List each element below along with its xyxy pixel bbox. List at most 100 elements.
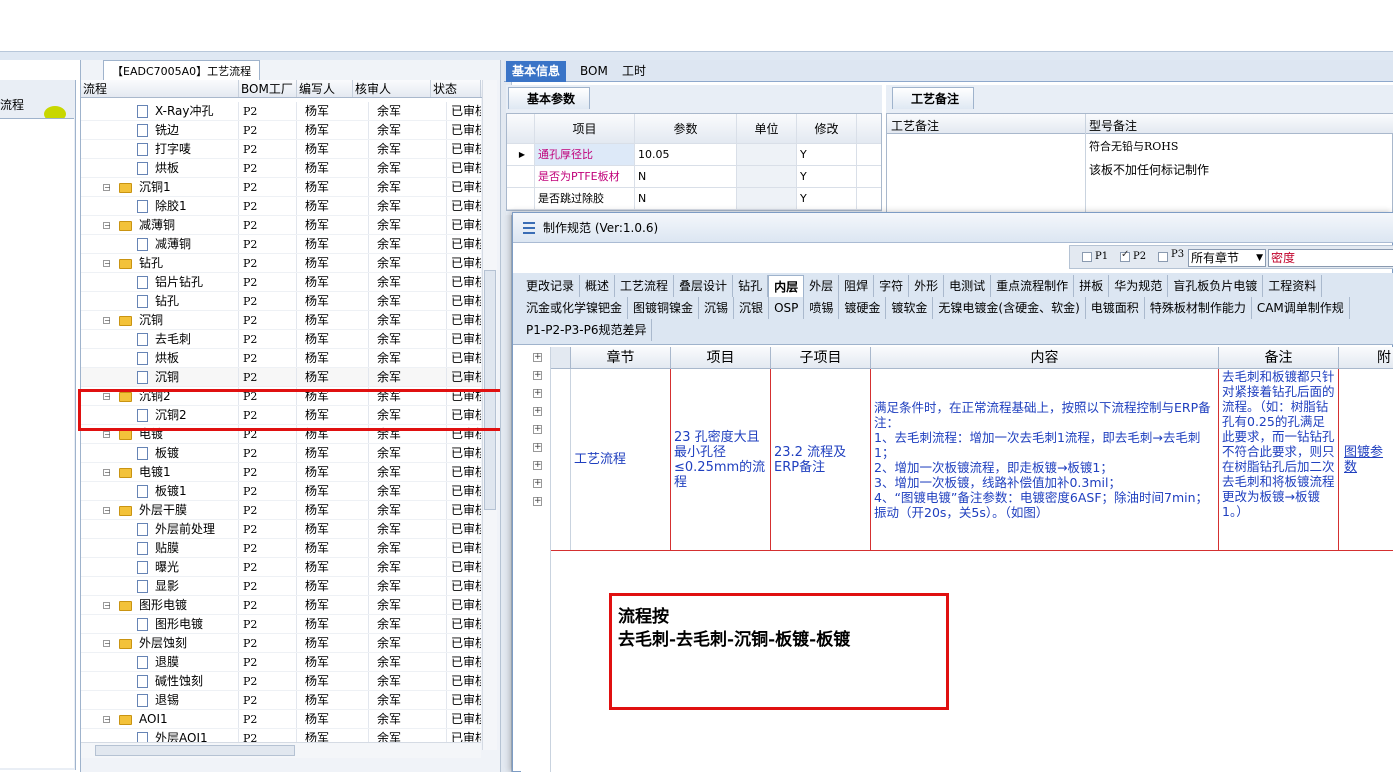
expand-toggle-icon[interactable]: + — [533, 497, 542, 506]
table-row[interactable]: 铣边 P2杨军余军已审核 — [81, 121, 481, 140]
spec-tab[interactable]: 镀硬金 — [839, 297, 887, 319]
table-row[interactable]: 退膜 P2杨军余军已审核 — [81, 653, 481, 672]
spec-tab[interactable]: 喷锡 — [804, 297, 840, 319]
tree-tab-title[interactable]: 【EADC7005A0】工艺流程 — [103, 60, 261, 80]
scroll-thumb[interactable] — [95, 745, 295, 756]
spec-tab[interactable]: 外层 — [804, 275, 840, 297]
cell-attach[interactable]: 图镀参数 — [1339, 369, 1393, 550]
expand-toggle-icon[interactable]: + — [533, 425, 542, 434]
collapse-toggle-icon[interactable]: − — [103, 431, 111, 439]
param-unit[interactable] — [737, 144, 797, 165]
spec-tab[interactable]: 特殊板材制作能力 — [1145, 297, 1252, 319]
spec-tab[interactable]: 无镍电镀金(含硬金、软金) — [933, 297, 1086, 319]
table-row[interactable]: 减薄铜 P2杨军余军已审核 — [81, 235, 481, 254]
spec-tab[interactable]: 工程资料 — [1263, 275, 1323, 297]
table-row[interactable]: 沉铜 P2杨军余军已审核 — [81, 368, 481, 387]
expand-toggle-icon[interactable]: + — [533, 443, 542, 452]
col-writer[interactable]: 编写人 — [297, 80, 353, 97]
table-row[interactable]: 去毛刺 P2杨军余军已审核 — [81, 330, 481, 349]
col-modify[interactable]: 修改 — [797, 114, 857, 143]
spec-tab[interactable]: 更改记录 — [521, 275, 581, 297]
table-row[interactable]: 钻孔 P2杨军余军已审核 — [81, 292, 481, 311]
col-status[interactable]: 状态 — [431, 80, 481, 97]
col-item[interactable]: 项目 — [535, 114, 635, 143]
spec-tab[interactable]: 概述 — [580, 275, 616, 297]
col-attach[interactable]: 附 — [1339, 347, 1393, 368]
table-row[interactable]: 铝片钻孔 P2杨军余军已审核 — [81, 273, 481, 292]
table-row[interactable]: 板镀1 P2杨军余军已审核 — [81, 482, 481, 501]
attach-link[interactable]: 图镀参数 — [1344, 445, 1391, 475]
collapse-toggle-icon[interactable]: − — [103, 507, 111, 515]
param-unit[interactable] — [737, 166, 797, 187]
spec-tab[interactable]: 电镀面积 — [1086, 297, 1145, 319]
table-row[interactable]: 曝光 P2杨军余军已审核 — [81, 558, 481, 577]
spec-tab[interactable]: 盲孔板负片电镀 — [1168, 275, 1264, 297]
tab-basic-params[interactable]: 基本参数 — [508, 87, 591, 109]
expand-toggle-icon[interactable]: + — [533, 389, 542, 398]
grid-row[interactable]: 工艺流程 23 孔密度大且最小孔径≤0.25mm的流程 23.2 流程及ERP备… — [551, 369, 1393, 551]
table-row[interactable]: − 沉铜1 P2杨军余军已审核 — [81, 178, 481, 197]
expand-toggle-icon[interactable]: + — [533, 461, 542, 470]
table-row[interactable]: 图形电镀 P2杨军余军已审核 — [81, 615, 481, 634]
spec-tab[interactable]: 沉金或化学镍钯金 — [521, 297, 629, 319]
table-row[interactable]: − 沉铜 P2杨军余军已审核 — [81, 311, 481, 330]
p1-checkbox[interactable] — [1082, 252, 1092, 262]
table-row[interactable]: − 外层蚀刻 P2杨军余军已审核 — [81, 634, 481, 653]
spec-tab[interactable]: 镀软金 — [886, 297, 934, 319]
spec-tab[interactable]: 拼板 — [1074, 275, 1110, 297]
collapse-toggle-icon[interactable]: − — [103, 222, 111, 230]
collapse-toggle-icon[interactable]: − — [103, 260, 111, 268]
table-row[interactable]: − 减薄铜 P2杨军余军已审核 — [81, 216, 481, 235]
table-row[interactable]: − AOI1 P2杨军余军已审核 — [81, 710, 481, 729]
param-value[interactable]: 10.05 — [635, 144, 737, 165]
search-input[interactable]: 密度 — [1268, 249, 1393, 267]
popup-titlebar[interactable]: 制作规范 (Ver:1.0.6) — [513, 213, 1393, 243]
param-value[interactable]: N — [635, 188, 737, 209]
p2-checkbox[interactable] — [1120, 249, 1130, 262]
tab-bom[interactable]: BOM — [574, 61, 614, 82]
tab-worktime[interactable]: 工时 — [616, 61, 652, 82]
param-unit[interactable] — [737, 188, 797, 209]
spec-tab[interactable]: 重点流程制作 — [991, 275, 1075, 297]
spec-tab[interactable]: 叠层设计 — [674, 275, 734, 297]
spec-tab[interactable]: 内层 — [768, 275, 805, 297]
table-row[interactable]: 是否跳过除胶 N Y — [507, 188, 881, 210]
param-value[interactable]: N — [635, 166, 737, 187]
spec-tab[interactable]: P1-P2-P3-P6规范差异 — [521, 319, 653, 341]
col-chapter[interactable]: 章节 — [571, 347, 671, 368]
chapter-select[interactable]: 所有章节 ▼ — [1188, 249, 1266, 267]
expand-toggle-icon[interactable]: + — [533, 479, 542, 488]
collapse-toggle-icon[interactable]: − — [103, 640, 111, 648]
model-note-line[interactable]: 符合无铅与ROHS — [1089, 138, 1178, 154]
table-row[interactable]: ▶ 通孔厚径比 10.05 Y — [507, 144, 881, 166]
expand-toggle-icon[interactable]: + — [533, 407, 542, 416]
spec-tab[interactable]: 华为规范 — [1109, 275, 1169, 297]
table-row[interactable]: X-Ray冲孔 P2杨军余军已审核 — [81, 102, 481, 121]
col-reviewer[interactable]: 核审人 — [353, 80, 431, 97]
tab-basic-info[interactable]: 基本信息 — [506, 61, 567, 82]
tree-horizontal-scrollbar[interactable] — [81, 742, 481, 758]
col-content[interactable]: 内容 — [871, 347, 1219, 368]
collapse-toggle-icon[interactable]: − — [103, 317, 111, 325]
col-unit[interactable]: 单位 — [737, 114, 797, 143]
table-row[interactable]: 显影 P2杨军余军已审核 — [81, 577, 481, 596]
collapse-toggle-icon[interactable]: − — [103, 602, 111, 610]
table-row[interactable]: 退锡 P2杨军余军已审核 — [81, 691, 481, 710]
collapse-toggle-icon[interactable]: − — [103, 469, 111, 477]
table-row[interactable]: 是否为PTFE板材 N Y — [507, 166, 881, 188]
spec-tab[interactable]: 图镀铜镍金 — [628, 297, 700, 319]
table-row[interactable]: − 图形电镀 P2杨军余军已审核 — [81, 596, 481, 615]
table-row[interactable]: 烘板 P2杨军余军已审核 — [81, 349, 481, 368]
col-flow[interactable]: 流程 — [81, 80, 239, 97]
tab-process-notes[interactable]: 工艺备注 — [892, 87, 975, 109]
spec-tab[interactable]: 钻孔 — [733, 275, 769, 297]
table-row[interactable]: 烘板 P2杨军余军已审核 — [81, 159, 481, 178]
table-row[interactable]: − 外层干膜 P2杨军余军已审核 — [81, 501, 481, 520]
col-note[interactable]: 备注 — [1219, 347, 1339, 368]
spec-tab[interactable]: CAM调单制作规 — [1252, 297, 1350, 319]
table-row[interactable]: 打字唛 P2杨军余军已审核 — [81, 140, 481, 159]
collapse-toggle-icon[interactable]: − — [103, 184, 111, 192]
spec-tab[interactable]: 字符 — [874, 275, 910, 297]
table-row[interactable]: 板镀 P2杨军余军已审核 — [81, 444, 481, 463]
expand-toggle-icon[interactable]: + — [533, 353, 542, 362]
